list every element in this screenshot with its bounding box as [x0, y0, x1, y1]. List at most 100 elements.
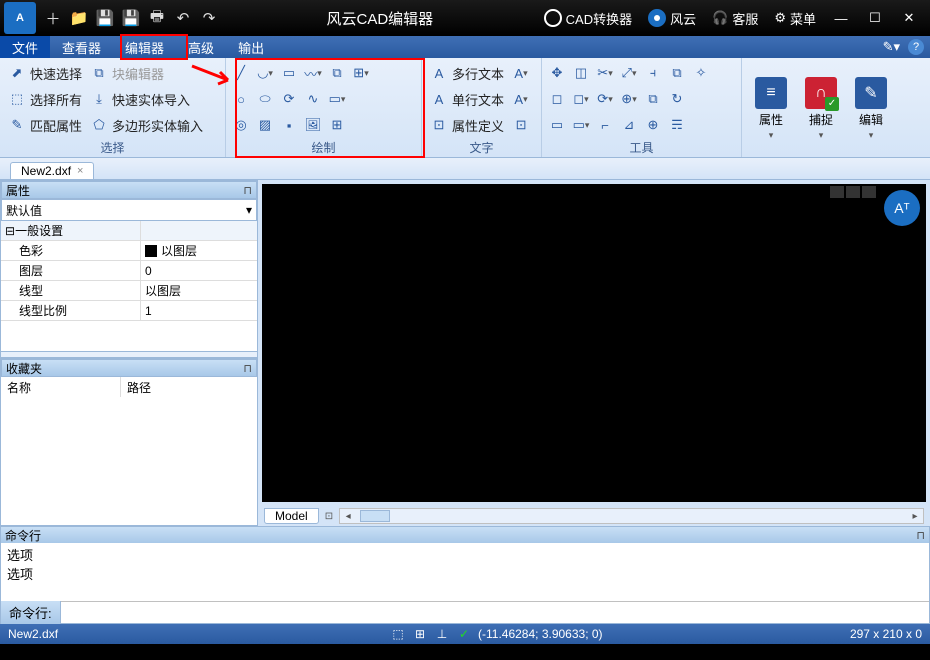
support-link[interactable]: 🎧客服: [706, 9, 764, 28]
prop-category[interactable]: ⊟ 一般设置: [1, 221, 141, 240]
text-dd-icon[interactable]: A▾: [510, 62, 532, 84]
tab-dropdown-icon[interactable]: ⊡: [325, 511, 333, 522]
brand-link[interactable]: 风云: [642, 9, 702, 28]
tool11-icon[interactable]: ⊕: [642, 114, 664, 136]
table-icon[interactable]: ⊞: [326, 114, 348, 136]
pin-icon[interactable]: ⊓: [243, 362, 252, 375]
point-icon[interactable]: ▪: [278, 114, 300, 136]
translate-badge-icon[interactable]: Aᵀ: [884, 190, 920, 226]
trim-icon[interactable]: ✂▾: [594, 62, 616, 84]
tool6-icon[interactable]: ↻: [666, 88, 688, 110]
pen-icon[interactable]: ✎▾: [883, 39, 900, 55]
open-icon[interactable]: 📁: [66, 5, 92, 31]
h-scrollbar[interactable]: ◂ ▸: [339, 508, 924, 524]
quick-select-button[interactable]: ⬈快速选择: [4, 63, 86, 84]
print-icon[interactable]: 🖶: [144, 5, 170, 31]
image-icon[interactable]: 🖼: [302, 114, 324, 136]
cad-converter-link[interactable]: CAD转换器: [538, 9, 638, 28]
line-icon[interactable]: ╱: [230, 62, 252, 84]
fav-col-name[interactable]: 名称: [1, 377, 121, 397]
explode-icon[interactable]: ✧: [690, 62, 712, 84]
rotate-icon[interactable]: ⟳: [278, 88, 300, 110]
canvas-min-icon[interactable]: [830, 186, 844, 198]
tool9-icon[interactable]: ⌐: [594, 114, 616, 136]
align-icon[interactable]: ⫞: [642, 62, 664, 84]
ring-icon[interactable]: ◎: [230, 114, 252, 136]
polyline-icon[interactable]: 〰▾: [302, 62, 324, 84]
circle-icon[interactable]: ○: [230, 88, 252, 110]
prop-value-layer[interactable]: 0: [141, 261, 257, 280]
dropdown-icon[interactable]: ▭▾: [326, 88, 348, 110]
tool5-icon[interactable]: ⧉: [642, 88, 664, 110]
menu-viewer[interactable]: 查看器: [50, 36, 113, 58]
minimize-button[interactable]: —: [826, 11, 856, 26]
tool1-icon[interactable]: ◻: [546, 88, 568, 110]
tool2-icon[interactable]: ◻▾: [570, 88, 592, 110]
group-icon[interactable]: ⧉: [666, 62, 688, 84]
status-icon4[interactable]: ✓: [456, 626, 472, 642]
text-dd3-icon[interactable]: ⊡: [510, 114, 532, 136]
match-props-button[interactable]: ✎匹配属性: [4, 115, 86, 136]
status-icon2[interactable]: ⊞: [412, 626, 428, 642]
prop-value-ltype[interactable]: 以图层: [141, 281, 257, 300]
arc-icon[interactable]: ◡▾: [254, 62, 276, 84]
tool4-icon[interactable]: ⊕▾: [618, 88, 640, 110]
prop-value-lscale[interactable]: 1: [141, 301, 257, 320]
array-icon[interactable]: ⊞▾: [350, 62, 372, 84]
edit-big-button[interactable]: ✎ 编辑▾: [846, 60, 896, 157]
canvas-max-icon[interactable]: [846, 186, 860, 198]
scale-icon[interactable]: ⤢▾: [618, 62, 640, 84]
document-tab[interactable]: New2.dxf ×: [10, 162, 94, 179]
canvas-close-icon[interactable]: [862, 186, 876, 198]
menu-file[interactable]: 文件: [0, 36, 50, 58]
save-icon[interactable]: 💾: [92, 5, 118, 31]
fav-col-path[interactable]: 路径: [121, 377, 157, 397]
snap-big-button[interactable]: ∩ 捕捉▾: [796, 60, 846, 157]
maximize-button[interactable]: ☐: [860, 10, 890, 26]
menu-output[interactable]: 输出: [226, 36, 276, 58]
status-icon3[interactable]: ⊥: [434, 626, 450, 642]
pin-icon[interactable]: ⊓: [243, 184, 252, 197]
scroll-left-icon[interactable]: ◂: [340, 511, 356, 522]
drawing-canvas[interactable]: Aᵀ: [262, 184, 926, 502]
mirror-icon[interactable]: ◫: [570, 62, 592, 84]
menu-editor[interactable]: 编辑器: [113, 36, 176, 58]
menu-link[interactable]: ⚙菜单: [768, 9, 822, 28]
status-icon1[interactable]: ⬚: [390, 626, 406, 642]
prop-value-color[interactable]: 以图层: [141, 241, 257, 260]
undo-icon[interactable]: ↶: [170, 5, 196, 31]
tool3-icon[interactable]: ⟳▾: [594, 88, 616, 110]
pin-icon[interactable]: ⊓: [916, 529, 925, 542]
help-icon[interactable]: ?: [908, 39, 924, 55]
saveas-icon[interactable]: 💾: [118, 5, 144, 31]
tool10-icon[interactable]: ⊿: [618, 114, 640, 136]
mtext-button[interactable]: A多行文本: [426, 63, 508, 84]
move-icon[interactable]: ✥: [546, 62, 568, 84]
block-editor-button[interactable]: ⧉块编辑器: [86, 63, 168, 84]
copy-icon[interactable]: ⧉: [326, 62, 348, 84]
select-all-button[interactable]: ⬚选择所有: [4, 89, 86, 110]
tool8-icon[interactable]: ▭▾: [570, 114, 592, 136]
close-button[interactable]: ✕: [894, 10, 924, 26]
default-combo[interactable]: 默认值▾: [1, 199, 257, 221]
spline-icon[interactable]: ∿: [302, 88, 324, 110]
rect-icon[interactable]: ▭: [278, 62, 300, 84]
tool12-icon[interactable]: ☴: [666, 114, 688, 136]
polygon-input-button[interactable]: ⬠多边形实体输入: [86, 115, 207, 136]
stext-button[interactable]: A单行文本: [426, 89, 508, 110]
menu-bar: 文件 查看器 编辑器 高级 输出 ✎▾ ?: [0, 36, 930, 58]
props-big-button[interactable]: ≡ 属性▾: [746, 60, 796, 157]
tool7-icon[interactable]: ▭: [546, 114, 568, 136]
text-dd2-icon[interactable]: A▾: [510, 88, 532, 110]
menu-advanced[interactable]: 高级: [176, 36, 226, 58]
ellipse-icon[interactable]: ⬭: [254, 88, 276, 110]
attdef-button[interactable]: ⊡属性定义: [426, 115, 508, 136]
redo-icon[interactable]: ↷: [196, 5, 222, 31]
command-input[interactable]: [61, 602, 929, 623]
model-tab[interactable]: Model: [264, 508, 319, 524]
new-icon[interactable]: ＋: [40, 5, 66, 31]
tab-close-icon[interactable]: ×: [77, 165, 83, 177]
scroll-right-icon[interactable]: ▸: [907, 511, 923, 522]
fast-import-button[interactable]: ⤓快速实体导入: [86, 89, 194, 110]
hatch-icon[interactable]: ▨: [254, 114, 276, 136]
